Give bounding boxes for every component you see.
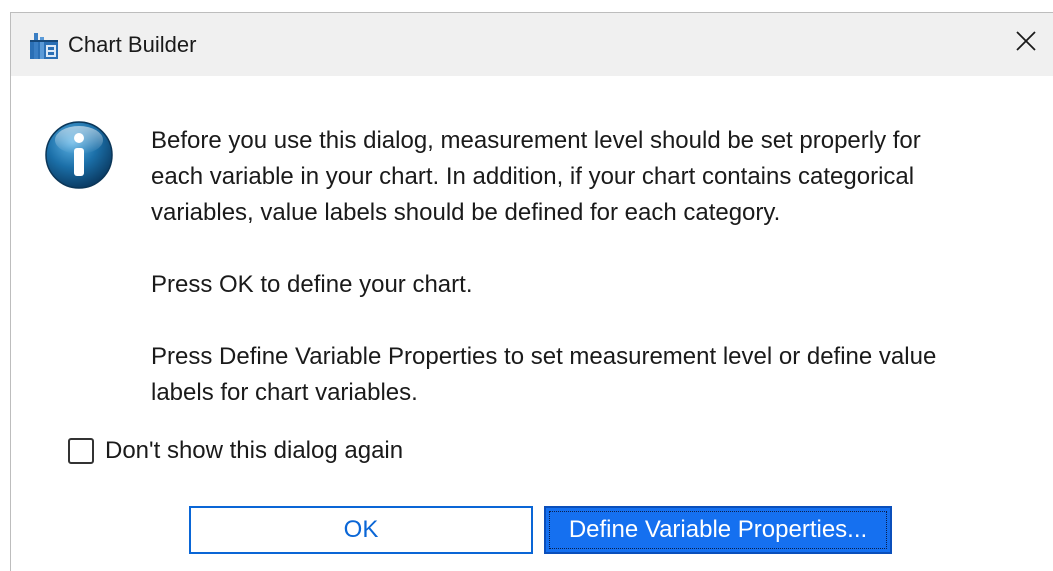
checkbox-label: Don't show this dialog again — [105, 437, 404, 464]
checkbox-box[interactable] — [68, 438, 94, 464]
close-icon — [1015, 30, 1037, 57]
define-button-label: Define Variable Properties... — [568, 516, 868, 543]
message-paragraph-ok: Press OK to define your chart. — [151, 271, 473, 298]
close-button[interactable] — [1003, 21, 1049, 65]
dont-show-again-checkbox[interactable]: Don't show this dialog again — [68, 437, 403, 465]
chart-builder-app-icon — [28, 29, 60, 61]
info-icon — [44, 120, 114, 190]
ok-button[interactable]: OK — [189, 506, 533, 554]
window-title: Chart Builder — [68, 32, 197, 57]
chart-builder-dialog: Chart Builder Before you use this dialog… — [10, 12, 1053, 571]
message-text: Before you use this dialog, measurement … — [151, 123, 1031, 447]
title-bar: Chart Builder — [11, 13, 1053, 76]
define-variable-properties-button[interactable]: Define Variable Properties... — [544, 506, 892, 554]
message-paragraph-instructions: Before you use this dialog, measurement … — [151, 127, 921, 226]
message-paragraph-define: Press Define Variable Properties to set … — [151, 343, 937, 406]
ok-button-label: OK — [343, 516, 379, 543]
